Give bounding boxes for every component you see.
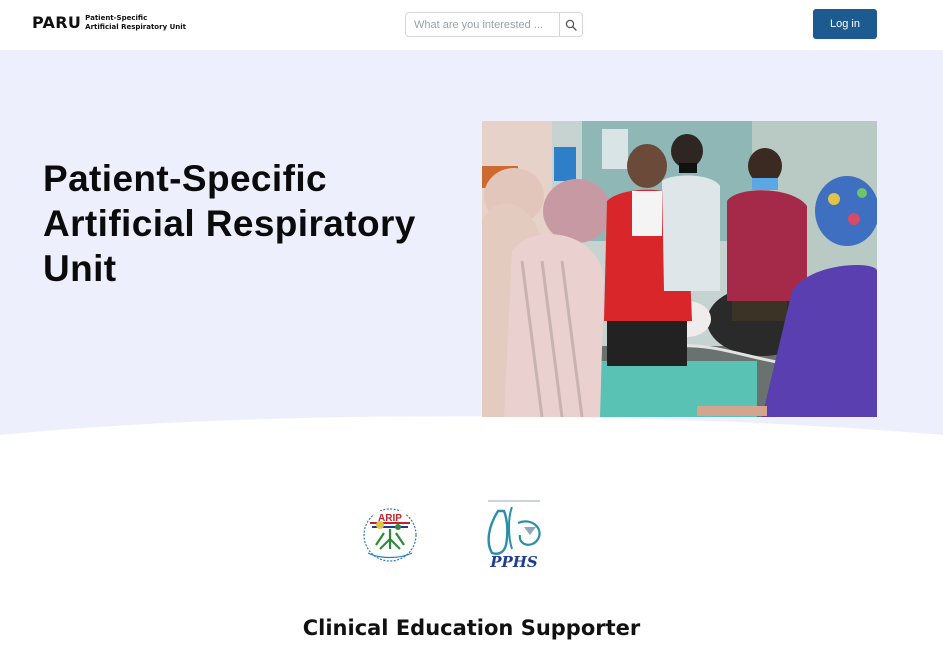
hero-photo-illustration: [482, 121, 877, 417]
pphs-logo-icon: PPHS: [487, 500, 541, 571]
hero-photo: [482, 121, 877, 417]
brand-logo[interactable]: PARU Patient-Specific Artificial Respira…: [32, 13, 186, 32]
search-input[interactable]: [406, 13, 559, 36]
brand-tagline: Patient-Specific Artificial Respiratory …: [85, 14, 186, 32]
partner-logo-arip[interactable]: ARIP: [354, 505, 426, 565]
brand-tagline-line2: Artificial Respiratory Unit: [85, 22, 186, 31]
search-bar: [405, 12, 583, 37]
top-navbar: PARU Patient-Specific Artificial Respira…: [0, 0, 943, 50]
partner-logo-pphs[interactable]: PPHS: [478, 497, 550, 571]
search-button[interactable]: [559, 13, 582, 36]
hero-title: Patient-Specific Artificial Respiratory …: [43, 158, 416, 289]
search-icon: [565, 19, 577, 31]
login-button[interactable]: Log in: [813, 9, 877, 39]
brand-tagline-line1: Patient-Specific: [85, 13, 148, 22]
section-title: Clinical Education Supporter: [302, 616, 641, 640]
brand-name: PARU: [32, 13, 82, 32]
pphs-logo-text: PPHS: [489, 553, 538, 569]
arip-logo-icon: ARIP: [363, 508, 417, 562]
